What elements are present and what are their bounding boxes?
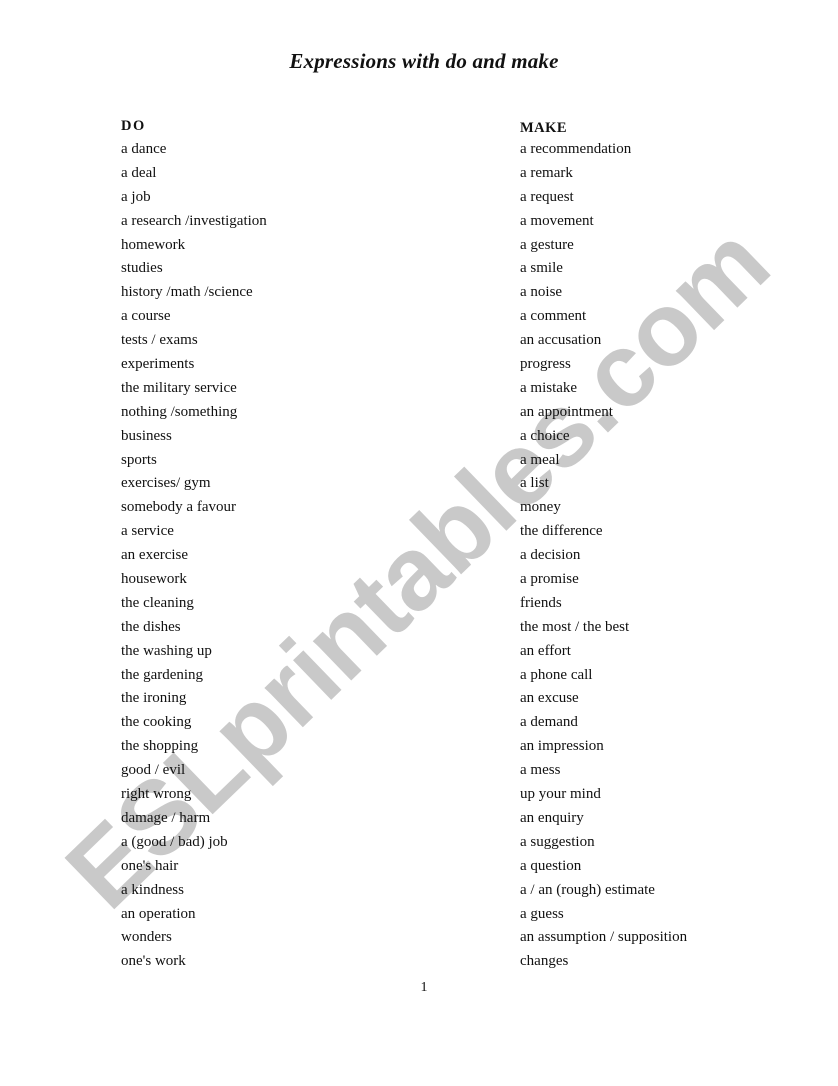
make-expression-item: money — [520, 499, 561, 516]
do-expression-item: a deal — [121, 164, 157, 181]
make-expression-item: a choice — [520, 427, 570, 444]
do-expression-item: the washing up — [121, 642, 212, 659]
make-expression-item: a gesture — [520, 236, 574, 253]
make-expression-item: the most / the best — [520, 618, 630, 635]
do-expression-list: a dance a deal a job a research /investigat… — [121, 138, 267, 974]
make-expression-item: a phone call — [520, 666, 593, 683]
do-expression-item: homework — [121, 236, 186, 253]
do-expression-item: a research /investigation — [121, 212, 267, 229]
do-expression-item: an operation — [121, 905, 196, 922]
make-expression-item: a mistake — [520, 379, 578, 396]
make-expression-item: a demand — [520, 714, 578, 731]
do-expression-item: sports — [121, 451, 157, 468]
make-expression-item: a / an (rough) estimate — [520, 881, 655, 898]
make-expression-item: a guess — [520, 905, 564, 922]
make-expression-item: a meal — [520, 451, 560, 468]
make-expression-item: a decision — [520, 547, 581, 564]
do-expression-item: the dishes — [121, 618, 181, 635]
do-expression-item: a kindness — [121, 881, 184, 898]
do-expression-item: housework — [121, 571, 187, 588]
do-expression-item: the gardening — [121, 666, 204, 683]
make-expression-item: a suggestion — [520, 833, 595, 850]
make-expression-item: a noise — [520, 284, 563, 301]
make-expression-item: a remark — [520, 164, 573, 181]
make-expression-item: an assumption / supposition — [520, 929, 688, 946]
make-expression-item: a smile — [520, 260, 563, 277]
do-expression-item: damage / harm — [121, 809, 211, 826]
make-expression-item: a recommendation — [520, 141, 632, 157]
do-expression-item: experiments — [121, 356, 195, 373]
do-expression-item: somebody a favour — [121, 499, 236, 516]
do-expression-item: the shopping — [121, 738, 199, 755]
do-column-header: DO — [121, 118, 146, 134]
do-expression-item: the cooking — [121, 714, 192, 731]
do-expression-item: good / evil — [121, 762, 186, 779]
do-expression-item: a course — [121, 308, 171, 325]
make-expression-item: a promise — [520, 571, 579, 588]
do-expression-item: the ironing — [121, 690, 187, 707]
document-page: ESLprintables.com Expressions with do an… — [0, 0, 838, 1086]
do-expression-item: business — [121, 427, 172, 444]
make-expression-item: the difference — [520, 523, 603, 540]
make-expression-item: changes — [520, 953, 569, 970]
do-expression-item: studies — [121, 260, 163, 277]
do-expression-item: right wrong — [121, 786, 192, 803]
make-column-header: MAKE — [520, 120, 568, 136]
make-expression-item: a list — [520, 475, 549, 492]
make-expression-item: a comment — [520, 308, 587, 325]
make-expression-item: an excuse — [520, 690, 579, 707]
do-expression-item: a job — [121, 188, 151, 205]
make-expression-item: a request — [520, 188, 574, 205]
make-expression-item: an impression — [520, 738, 604, 755]
do-expression-item: exercises/ gym — [121, 475, 211, 492]
make-expression-item: up your mind — [520, 786, 601, 803]
do-expression-item: the cleaning — [121, 594, 194, 611]
do-expression-item: wonders — [121, 929, 172, 946]
make-expression-item: progress — [520, 356, 571, 373]
make-expression-item: an accusation — [520, 332, 602, 349]
do-expression-item: an exercise — [121, 547, 189, 564]
make-expression-item: a movement — [520, 212, 594, 229]
page-number: 1 — [420, 980, 428, 995]
make-expression-item: an enquiry — [520, 809, 584, 826]
do-expression-item: a dance — [121, 141, 167, 157]
make-expression-item: friends — [520, 594, 562, 611]
page-title: Expressions with do and make — [289, 49, 559, 73]
do-expression-item: one's hair — [121, 857, 179, 874]
make-expression-item: an effort — [520, 642, 571, 659]
do-expression-item: the military service — [121, 379, 237, 396]
make-expression-item: an appointment — [520, 403, 613, 420]
do-expression-item: one's work — [121, 953, 186, 970]
do-expression-item: nothing /something — [121, 403, 238, 420]
do-column: DO a dance a deal a job a research /investi… — [121, 114, 267, 974]
do-expression-item: history /math /science — [121, 284, 253, 301]
do-expression-item: tests / exams — [121, 332, 198, 349]
make-expression-item: a mess — [520, 762, 561, 779]
make-column: MAKE a recommendation a remark a request a … — [520, 114, 687, 974]
do-expression-item: a (good / bad) job — [121, 833, 228, 850]
do-expression-item: a service — [121, 523, 174, 540]
make-expression-list: a recommendation a remark a request a movem… — [520, 138, 687, 974]
make-expression-item: a question — [520, 857, 582, 874]
